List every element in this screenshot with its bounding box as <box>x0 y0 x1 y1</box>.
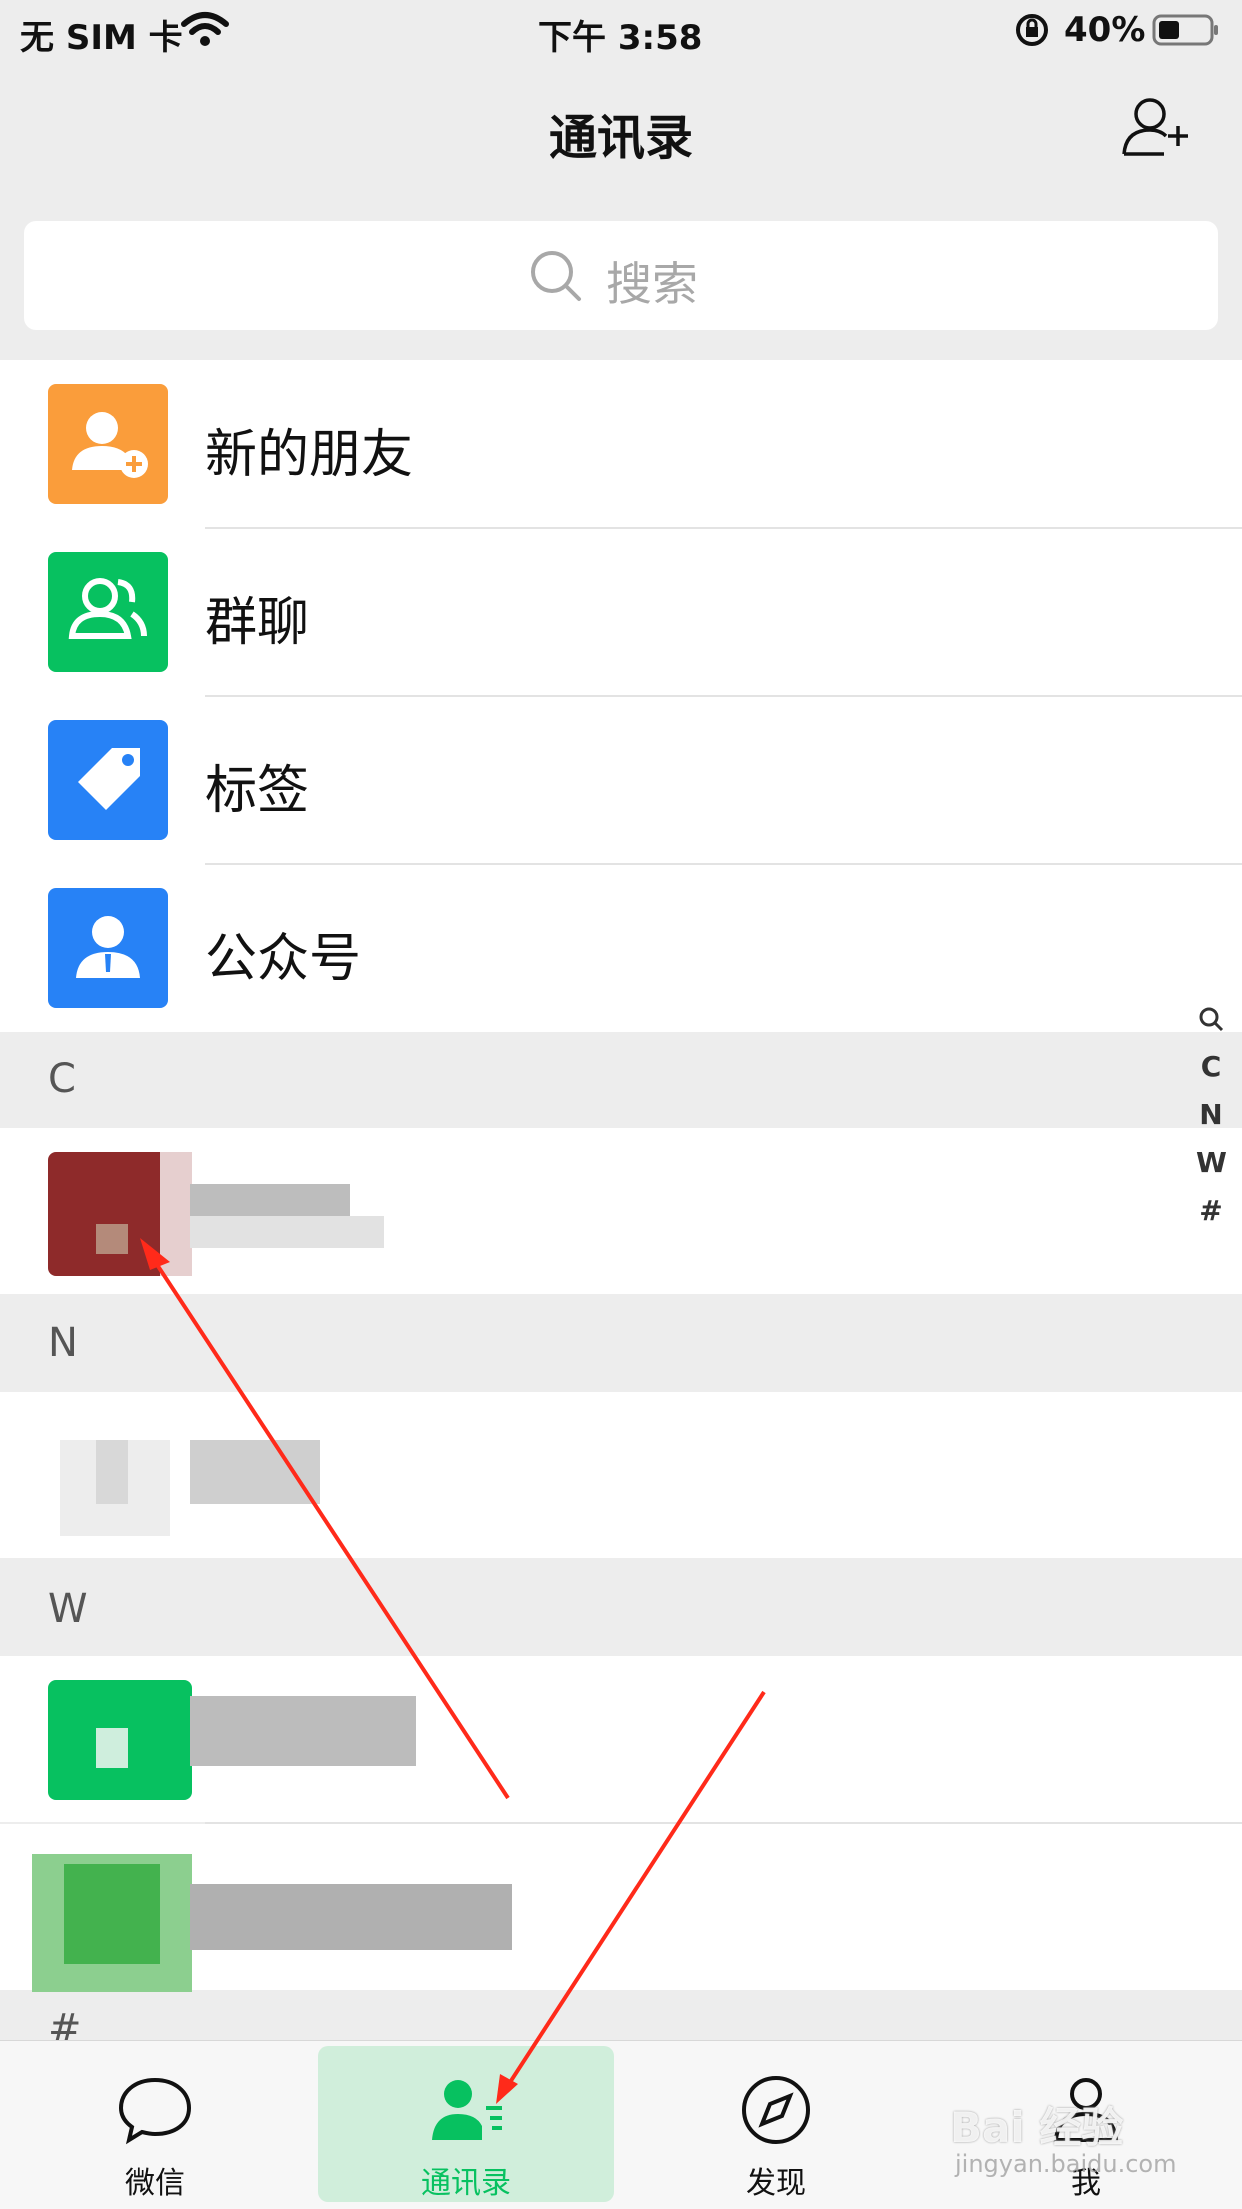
section-letter: C <box>48 1056 76 1102</box>
search-bar[interactable]: 搜索 <box>24 221 1218 330</box>
contact-row[interactable] <box>0 1656 1242 1822</box>
new-friends-label: 新的朋友 <box>205 425 414 485</box>
contact-name-blurred <box>190 1440 320 1504</box>
avatar-mosaic <box>160 1152 192 1276</box>
contact-name-blurred <box>190 1696 416 1766</box>
tab-discover[interactable]: 发现 <box>651 2040 901 2208</box>
section-header-c: C <box>0 1032 1242 1128</box>
new-friends-item[interactable]: 新的朋友 <box>0 360 1242 528</box>
chat-bubble-icon <box>118 2077 192 2145</box>
official-accounts-label: 公众号 <box>205 929 362 989</box>
tab-label: 微信 <box>125 2166 185 2201</box>
battery-percent: 40% <box>1064 10 1146 50</box>
battery-icon <box>1152 14 1218 46</box>
contact-row[interactable] <box>0 1128 1242 1294</box>
contact-name-blurred <box>190 1184 350 1216</box>
search-icon <box>531 251 581 301</box>
status-time: 下午 3:58 <box>538 18 703 58</box>
avatar-mosaic <box>96 1440 128 1504</box>
section-letter: N <box>48 1320 78 1366</box>
search-placeholder: 搜索 <box>606 257 698 311</box>
index-search-icon[interactable] <box>1198 1006 1224 1032</box>
official-accounts-item[interactable]: 公众号 <box>0 864 1242 1032</box>
group-chat-item[interactable]: 群聊 <box>0 528 1242 696</box>
avatar-mosaic <box>96 1224 128 1254</box>
watermark-url: jingyan.baidu.com <box>955 2150 1177 2178</box>
tags-item[interactable]: 标签 <box>0 696 1242 864</box>
contact-name-blurred <box>190 1884 512 1950</box>
tag-icon <box>48 720 168 840</box>
contact-name-blurred <box>190 1216 384 1248</box>
wifi-icon <box>181 12 229 46</box>
official-account-icon <box>48 888 168 1008</box>
section-header-w: W <box>0 1558 1242 1656</box>
tab-label: 通讯录 <box>421 2166 511 2201</box>
contact-row[interactable] <box>0 1392 1242 1558</box>
tab-chats[interactable]: 微信 <box>30 2040 280 2208</box>
section-header-hash: # <box>0 1992 1242 2052</box>
page-title: 通讯录 <box>548 110 693 166</box>
tags-label: 标签 <box>205 761 310 821</box>
index-letter[interactable]: # <box>1196 1194 1226 1227</box>
add-contact-icon[interactable] <box>1120 94 1192 158</box>
index-letter[interactable]: C <box>1196 1050 1226 1083</box>
orientation-lock-icon <box>1016 14 1048 46</box>
avatar-mosaic <box>96 1728 128 1768</box>
contact-row[interactable] <box>0 1824 1242 2014</box>
carrier-label: 无 SIM 卡 <box>20 18 183 58</box>
avatar-mosaic <box>64 1864 160 1964</box>
watermark-logo: Bai 经验 <box>950 2103 1124 2152</box>
contacts-icon <box>432 2080 502 2140</box>
group-chat-label: 群聊 <box>205 593 310 653</box>
index-letter[interactable]: W <box>1196 1146 1227 1179</box>
section-header-n: N <box>0 1294 1242 1392</box>
new-friends-icon <box>48 384 168 504</box>
tab-label: 发现 <box>746 2166 806 2201</box>
section-letter: W <box>48 1586 88 1632</box>
compass-icon <box>742 2076 810 2144</box>
tab-contacts[interactable]: 通讯录 <box>341 2040 591 2208</box>
group-chat-icon <box>48 552 168 672</box>
index-letter[interactable]: N <box>1196 1098 1226 1131</box>
status-bar: 无 SIM 卡 下午 3:58 40% <box>0 0 1242 62</box>
